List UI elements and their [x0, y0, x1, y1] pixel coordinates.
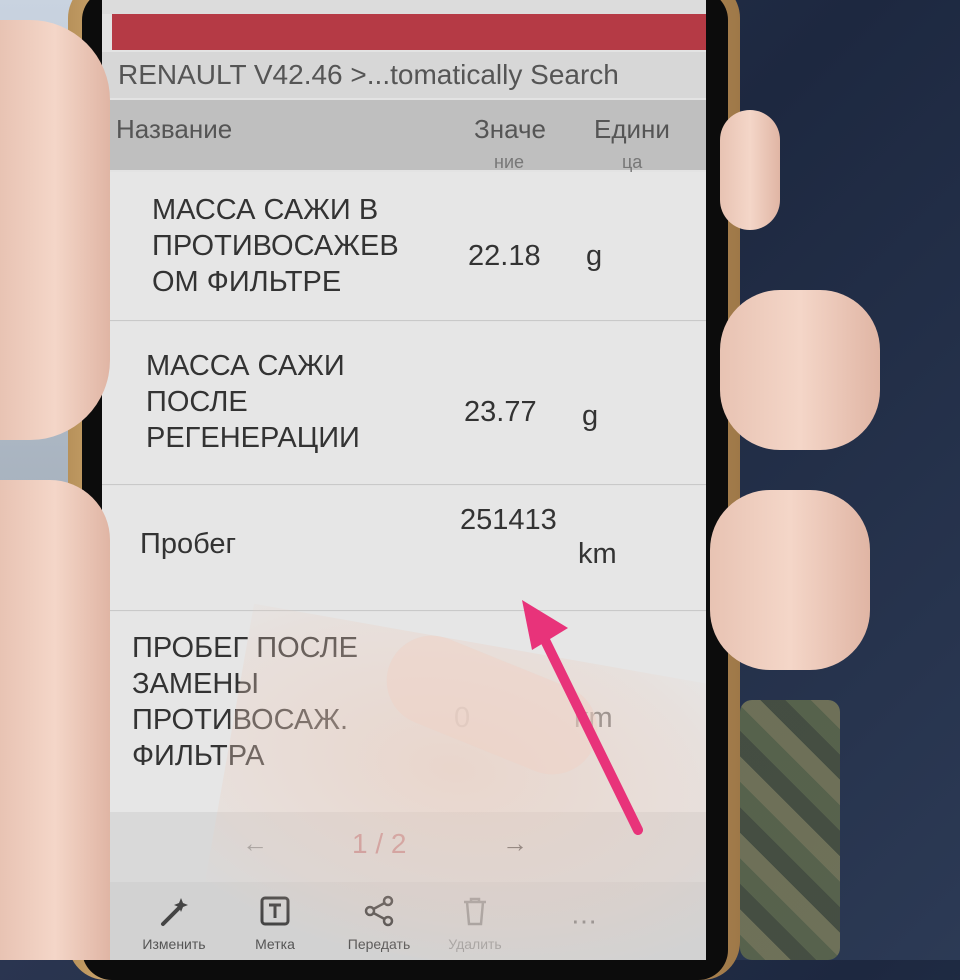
- annotation-arrow: [522, 600, 643, 835]
